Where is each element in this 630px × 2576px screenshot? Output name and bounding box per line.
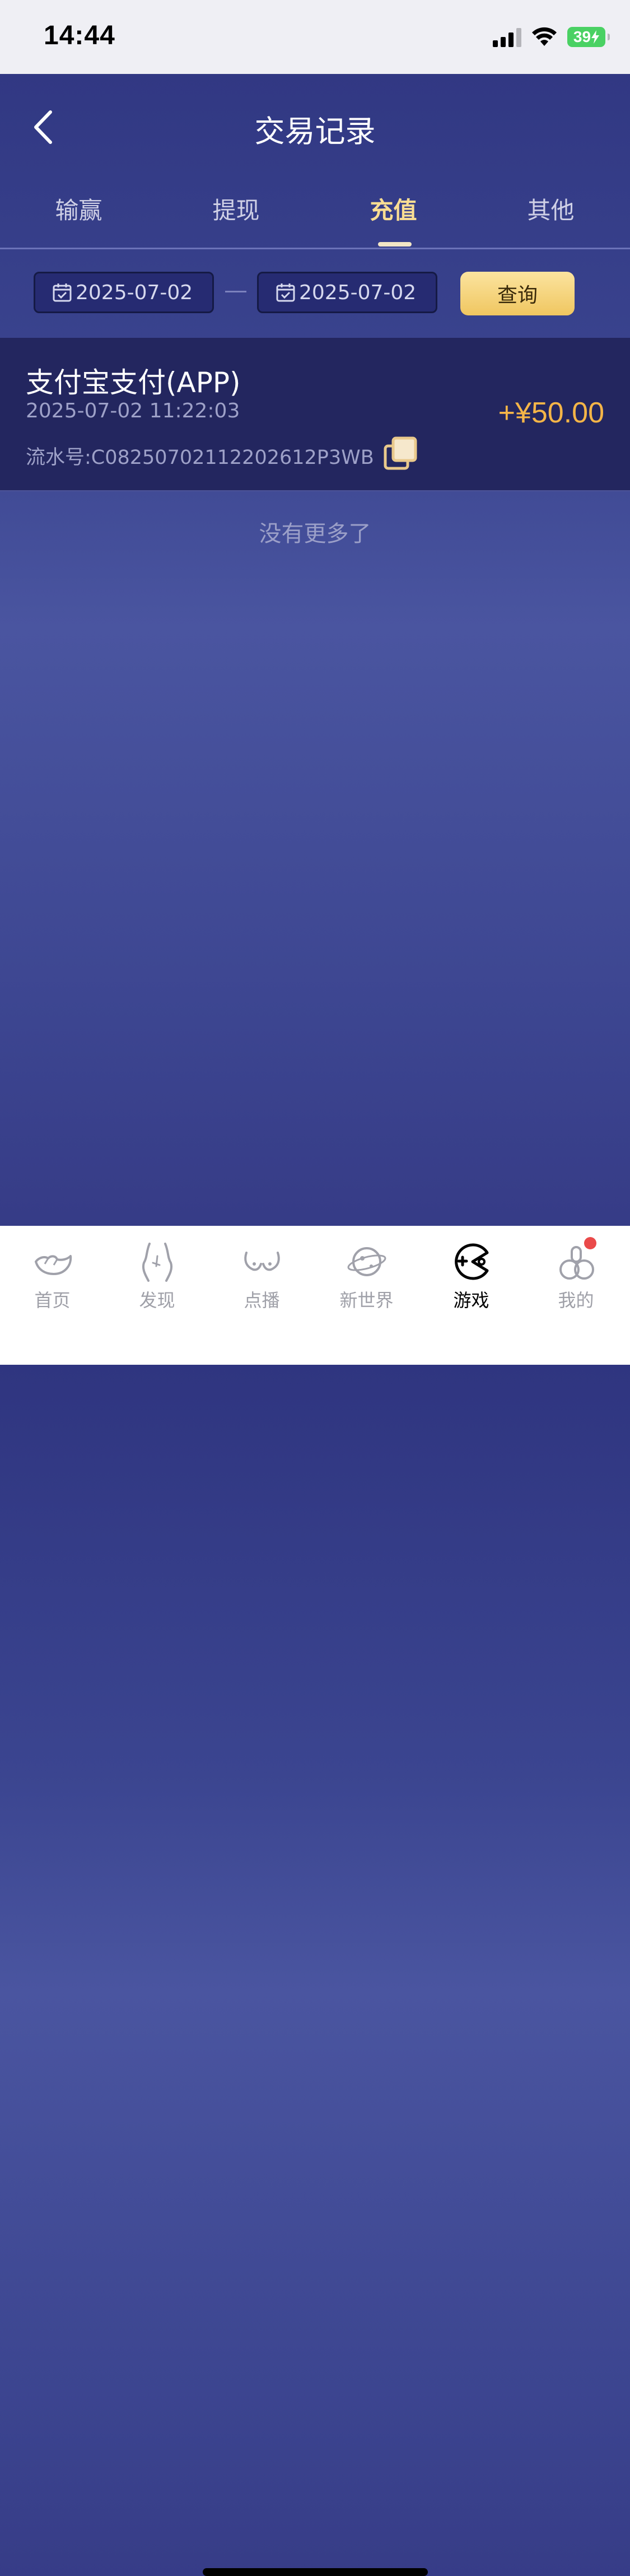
tabbar-item-new-world[interactable]: 新世界 — [314, 1240, 419, 1312]
copy-icon — [384, 436, 417, 470]
record-time: 2025-07-02 11:22:03 — [26, 399, 240, 422]
notification-badge — [584, 1237, 596, 1249]
end-date-value: 2025-07-02 — [299, 281, 417, 304]
tabbar-item-discover[interactable]: 发现 — [105, 1240, 209, 1312]
tabbar-label: 新世界 — [339, 1290, 394, 1311]
copy-button[interactable] — [383, 436, 419, 472]
hand-icon — [34, 1255, 72, 1275]
battery-icon: 39 — [567, 27, 610, 47]
list-item[interactable]: 支付宝支付(APP) 2025-07-02 11:22:03 流水号:C0825… — [0, 338, 630, 491]
nav-bar: 交易记录 — [0, 74, 630, 175]
tabbar-item-profile[interactable]: 我的 — [524, 1237, 628, 1312]
calendar-icon — [276, 283, 295, 302]
wifi-icon — [532, 27, 557, 46]
cellular-signal-icon — [493, 27, 521, 47]
tabbar-item-game[interactable]: 游戏 — [419, 1240, 524, 1312]
tabbar-item-on-demand[interactable]: 点播 — [209, 1240, 314, 1312]
tabbar-label: 游戏 — [453, 1290, 489, 1311]
battery-level: 39 — [573, 28, 591, 45]
figure-icon — [142, 1243, 172, 1282]
tab-other[interactable]: 其他 — [472, 192, 629, 226]
tab-recharge[interactable]: 充值 — [315, 192, 472, 226]
tabbar-label: 首页 — [34, 1290, 71, 1311]
page-title: 交易记录 — [254, 114, 376, 149]
status-indicators: 39 — [493, 27, 610, 47]
start-date-value: 2025-07-02 — [76, 281, 193, 304]
bust-icon — [244, 1252, 280, 1271]
date-filter-bar: 2025-07-02 2025-07-02 查询 — [0, 249, 630, 338]
status-bar: 14:44 39 — [0, 0, 630, 74]
bottom-tab-bar: 首页 发现 点播 新世界 游戏 我的 — [0, 1226, 630, 2576]
record-amount: +¥50.00 — [498, 397, 604, 429]
start-date-picker[interactable]: 2025-07-02 — [34, 272, 214, 313]
charging-bolt-icon — [591, 30, 600, 44]
record-type-tabs: 输赢 提现 充值 其他 — [0, 175, 630, 249]
query-button[interactable]: 查询 — [460, 272, 575, 315]
end-date-picker[interactable]: 2025-07-02 — [257, 272, 437, 313]
record-title: 支付宝支付(APP) — [26, 366, 241, 399]
record-serial-number: 流水号:C08250702112202612P3WB — [26, 447, 374, 469]
active-tab-indicator — [378, 242, 412, 247]
tabbar-label: 我的 — [558, 1290, 594, 1311]
tabbar-item-home[interactable]: 首页 — [0, 1240, 105, 1312]
calendar-icon — [53, 283, 72, 302]
date-range-separator — [225, 291, 246, 292]
game-icon — [454, 1243, 488, 1280]
tab-withdraw[interactable]: 提现 — [157, 192, 315, 226]
status-time: 14:44 — [44, 21, 115, 50]
list-end-text: 没有更多了 — [259, 521, 371, 547]
tab-win-loss[interactable]: 输赢 — [0, 192, 157, 226]
planet-icon — [347, 1247, 386, 1276]
home-indicator — [203, 2568, 428, 2576]
tabbar-label: 发现 — [139, 1290, 175, 1311]
tabbar-label: 点播 — [244, 1290, 280, 1311]
